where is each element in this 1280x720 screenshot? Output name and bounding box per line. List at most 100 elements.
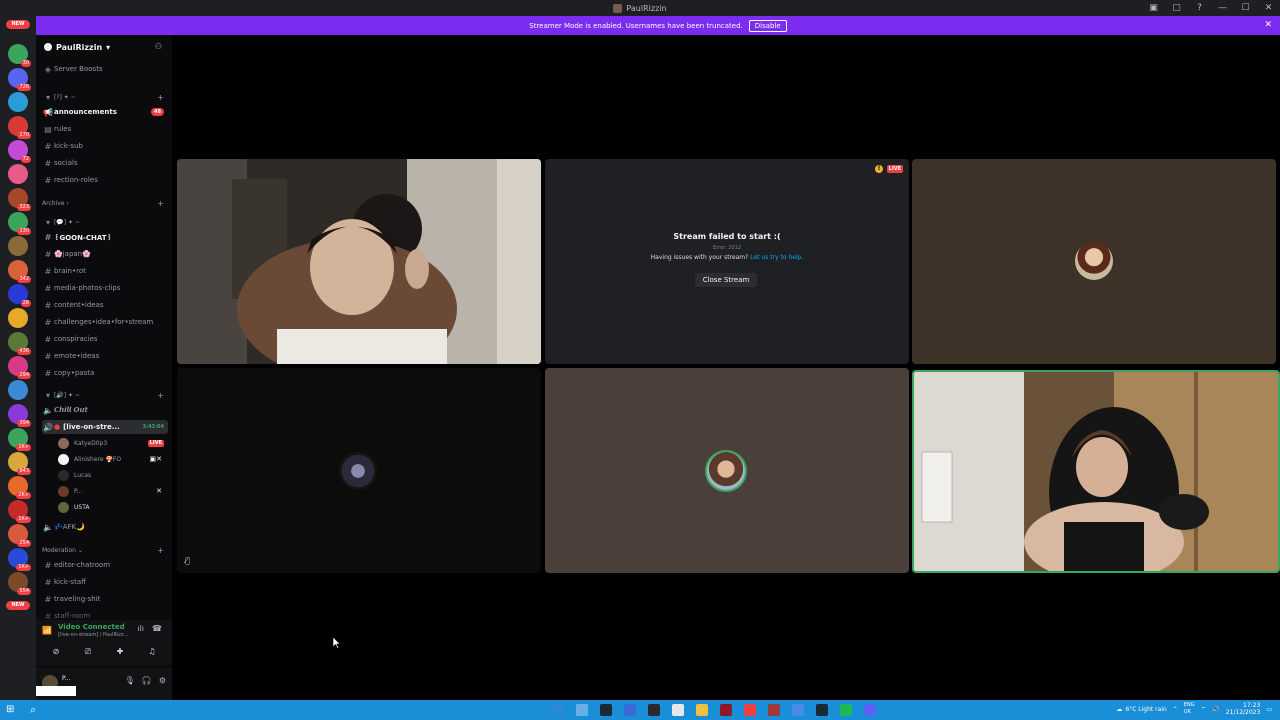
server-item[interactable]	[8, 236, 28, 256]
gear-icon[interactable]: ⚙	[159, 676, 166, 685]
server-item[interactable]: 130	[8, 212, 31, 235]
spotify-icon[interactable]	[840, 704, 852, 716]
channel-japan[interactable]: # 🌸japan🌸	[42, 247, 168, 261]
app-icon[interactable]	[648, 704, 660, 716]
activities-button[interactable]: ✚	[106, 645, 134, 659]
steam-icon[interactable]	[600, 704, 612, 716]
invite-icon[interactable]: ⚇	[155, 42, 162, 51]
video-tile-user-3[interactable]	[912, 159, 1276, 364]
server-item[interactable]: 843	[8, 452, 31, 475]
inbox-icon[interactable]: ▣	[1142, 3, 1165, 13]
close-stream-button[interactable]: Close Stream	[695, 273, 757, 287]
add-channel-icon[interactable]: +	[157, 391, 164, 400]
channel-kick-staff[interactable]: # kick-staff	[42, 575, 168, 589]
minimize-button[interactable]: —	[1211, 3, 1234, 13]
headphones-icon[interactable]: 🎧	[142, 676, 152, 685]
server-item[interactable]: 72	[8, 140, 31, 163]
channel-traveling[interactable]: # traveling-shit	[42, 592, 168, 606]
app-icon[interactable]	[576, 704, 588, 716]
stream-help-link[interactable]: Let us try to help.	[750, 254, 803, 261]
voice-channel-path[interactable]: [live-on-stream] / PaulRizz...	[58, 632, 128, 638]
server-item[interactable]: 170	[8, 116, 31, 139]
windows-start-icon[interactable]: ⊞	[6, 704, 14, 715]
file-explorer-icon[interactable]	[696, 704, 708, 716]
channel-media-photos-clips[interactable]: # media-photos-clips	[42, 281, 168, 295]
video-tile-user-4[interactable]: 🎙̸	[177, 368, 541, 573]
close-banner-icon[interactable]: ✕	[1264, 20, 1272, 30]
server-item[interactable]: 726	[8, 68, 31, 91]
notifications-icon[interactable]: ▭	[1266, 706, 1272, 713]
channel-content-ideas[interactable]: # content•ideas	[42, 298, 168, 312]
chevron-up-icon[interactable]: ⌃	[1173, 706, 1178, 713]
app-icon[interactable]	[768, 704, 780, 716]
channel-emote-ideas[interactable]: # emote•ideas	[42, 349, 168, 363]
server-item[interactable]: 254	[8, 524, 31, 547]
channel-conspiracies[interactable]: # conspiracies	[42, 332, 168, 346]
add-channel-icon[interactable]: +	[157, 93, 164, 102]
voice-user[interactable]: Lucas	[58, 468, 168, 482]
channel-brain-rot[interactable]: # brain•rot	[42, 264, 168, 278]
voice-user[interactable]: USTA	[58, 500, 168, 514]
disable-streamer-mode-button[interactable]: Disable	[748, 19, 787, 32]
server-item[interactable]	[8, 92, 28, 112]
channel-socials[interactable]: # socials	[42, 156, 168, 170]
signal-icon[interactable]: 📶	[42, 626, 52, 635]
server-header[interactable]: PaulRizzin ▾ ⚇	[36, 35, 172, 59]
category-header[interactable]: ▾ [💬] ✦ ~	[42, 215, 168, 229]
camera-off-button[interactable]: ⊘	[42, 645, 70, 659]
soundboard-button[interactable]: ♫	[138, 645, 166, 659]
category-moderation[interactable]: Moderation ⌄ +	[42, 543, 168, 557]
channel-challenges[interactable]: # challenges•idea•for•stream	[42, 315, 168, 329]
video-tile-camera-2[interactable]	[912, 370, 1280, 573]
app-icon[interactable]	[720, 704, 732, 716]
language-indicator[interactable]: ENG UK	[1184, 702, 1195, 716]
steam-icon[interactable]	[816, 704, 828, 716]
channel-copy-pasta[interactable]: # copy•pasta	[42, 366, 168, 380]
app-icon[interactable]	[624, 704, 636, 716]
video-tile-camera-1[interactable]	[177, 159, 541, 364]
server-item[interactable]: 28	[8, 284, 31, 307]
voice-channel-live-on-stream[interactable]: 🔊 ● [live-on-stre... 3:43:04	[42, 420, 168, 434]
server-item[interactable]	[8, 308, 28, 328]
voice-user[interactable]: KatyeD0p3 LIVE	[58, 436, 168, 450]
voice-channel-chill-out[interactable]: 🔈 𝘾𝙝𝙞𝙡𝙡 𝙊𝙪𝙩	[42, 403, 168, 417]
add-channel-icon[interactable]: +	[157, 546, 164, 555]
obs-icon[interactable]	[744, 704, 756, 716]
server-item[interactable]	[8, 164, 28, 184]
video-tile-user-5[interactable]	[545, 368, 909, 573]
server-item[interactable]: 1K+	[8, 548, 31, 571]
maximize-button[interactable]: ☐	[1234, 3, 1257, 13]
clock[interactable]: 17:23 21/12/2023	[1226, 702, 1261, 716]
discord-icon[interactable]	[864, 704, 876, 716]
search-icon[interactable]: ⌕	[30, 703, 36, 717]
channel-announcements[interactable]: 📢 announcements 48	[42, 105, 168, 119]
category-header[interactable]: ▾ [🔊] ✦ ~ +	[42, 388, 168, 402]
channel-rection-roles[interactable]: # rection-roles	[42, 173, 168, 187]
noise-suppression-icon[interactable]: ılı	[137, 624, 144, 633]
server-item[interactable]: 342	[8, 260, 31, 283]
server-boosts[interactable]: ◈ Server Boosts	[42, 62, 168, 76]
add-channel-icon[interactable]: +	[157, 199, 164, 208]
server-item[interactable]: 2K+	[8, 476, 31, 499]
voice-user[interactable]: P... ✕	[58, 484, 168, 498]
channel-goon-chat[interactable]: # ꒰GOON-CHAT꒱	[42, 230, 168, 244]
channel-kick-sub[interactable]: # kick-sub	[42, 139, 168, 153]
voice-user[interactable]: Alinishere 🍄FO ▣✕	[58, 452, 168, 466]
app-icon[interactable]	[792, 704, 804, 716]
microphone-icon[interactable]: 🎙	[125, 676, 135, 685]
server-item[interactable]: 30	[8, 44, 31, 67]
channel-rules[interactable]: ▤ rules	[42, 122, 168, 136]
weather-widget[interactable]: ☁ 6°C Light rain	[1116, 706, 1166, 713]
server-item[interactable]: 1K+	[8, 500, 31, 523]
server-item[interactable]: 394	[8, 404, 31, 427]
server-item[interactable]: 554	[8, 572, 31, 595]
channel-editor-chatroom[interactable]: # editor-chatroom	[42, 558, 168, 572]
category-header[interactable]: ▾ [?] ✦ ~ +	[42, 90, 168, 104]
edge-icon[interactable]	[552, 704, 564, 716]
wifi-icon[interactable]: ⌔	[1201, 705, 1207, 713]
screen-icon[interactable]: ▢	[1165, 3, 1188, 13]
category-archive[interactable]: Archive › +	[42, 196, 168, 210]
close-window-button[interactable]: ✕	[1257, 3, 1280, 13]
server-item[interactable]: 1K+	[8, 428, 31, 451]
server-item[interactable]: 294	[8, 356, 31, 379]
